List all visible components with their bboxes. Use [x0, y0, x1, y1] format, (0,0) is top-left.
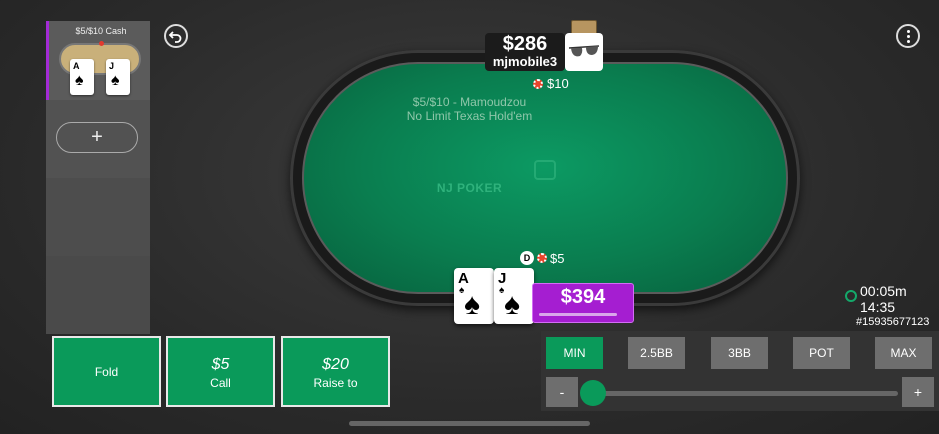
table-logo: NJ POKER	[436, 181, 503, 195]
table-slot-label: $5/$10 Cash	[75, 26, 127, 36]
hero-stack-box: $394	[532, 283, 634, 323]
back-arrow-icon	[168, 31, 182, 43]
home-indicator	[349, 421, 590, 426]
nj-poker-logo-icon	[534, 160, 556, 180]
call-button[interactable]: $5 Call	[166, 336, 275, 407]
decrease-bet-button[interactable]: -	[546, 377, 578, 407]
turn-indicator-dot	[99, 41, 104, 46]
call-label: Call	[210, 376, 231, 390]
chip-icon	[537, 253, 547, 263]
mini-card: A ♠	[70, 59, 94, 95]
hand-id: #15935677123	[856, 316, 930, 328]
opponent-stack: $286	[502, 33, 548, 55]
table-switcher-panel: $5/$10 Cash A ♠ J ♠ +	[46, 21, 150, 334]
action-timer-bar	[539, 313, 617, 316]
opponent-name: mjmobile3	[492, 54, 558, 69]
spade-icon: ♠	[504, 288, 520, 321]
chip-icon	[533, 79, 543, 89]
hero-hole-card: A ♠ ♠	[454, 268, 494, 324]
opponent-bet: $10	[547, 76, 569, 91]
table-stakes-label: $5/$10 - Mamoudzou	[412, 95, 527, 109]
hero-bet: $5	[550, 251, 565, 266]
call-amount: $5	[211, 356, 230, 373]
opponent-avatar[interactable]	[565, 33, 603, 71]
table-slot-active[interactable]: $5/$10 Cash A ♠ J ♠	[46, 21, 150, 100]
hero-stack: $394	[560, 286, 606, 308]
hero-hole-card: J ♠ ♠	[494, 268, 534, 324]
back-button[interactable]	[164, 24, 188, 48]
menu-button[interactable]	[896, 24, 920, 48]
sunglasses-icon	[568, 45, 600, 57]
dealer-button-icon: D	[520, 251, 534, 265]
spade-icon: ♠	[464, 288, 480, 321]
session-elapsed: 00:05m	[860, 283, 907, 299]
fold-button[interactable]: Fold	[52, 336, 161, 407]
raise-button[interactable]: $20 Raise to	[281, 336, 390, 407]
clock-icon	[845, 290, 857, 302]
preset-max-button[interactable]: MAX	[875, 337, 932, 369]
bet-sizing-panel: MIN 2.5BB 3BB POT MAX - +	[541, 331, 939, 411]
preset-pot-button[interactable]: POT	[793, 337, 850, 369]
game-type-label: No Limit Texas Hold'em	[406, 109, 533, 123]
opponent-info[interactable]: $286 mjmobile3	[485, 33, 565, 71]
preset-3bb-button[interactable]: 3BB	[711, 337, 768, 369]
add-table-button[interactable]: +	[56, 122, 138, 153]
raise-label: Raise to	[313, 376, 358, 390]
clock-time: 14:35	[860, 299, 896, 315]
bet-slider-track[interactable]	[593, 391, 898, 396]
bet-slider-handle[interactable]	[580, 380, 606, 406]
preset-2.5bb-button[interactable]: 2.5BB	[628, 337, 685, 369]
raise-amount: $20	[322, 356, 349, 373]
mini-card: J ♠	[106, 59, 130, 95]
increase-bet-button[interactable]: +	[902, 377, 934, 407]
preset-min-button[interactable]: MIN	[546, 337, 603, 369]
